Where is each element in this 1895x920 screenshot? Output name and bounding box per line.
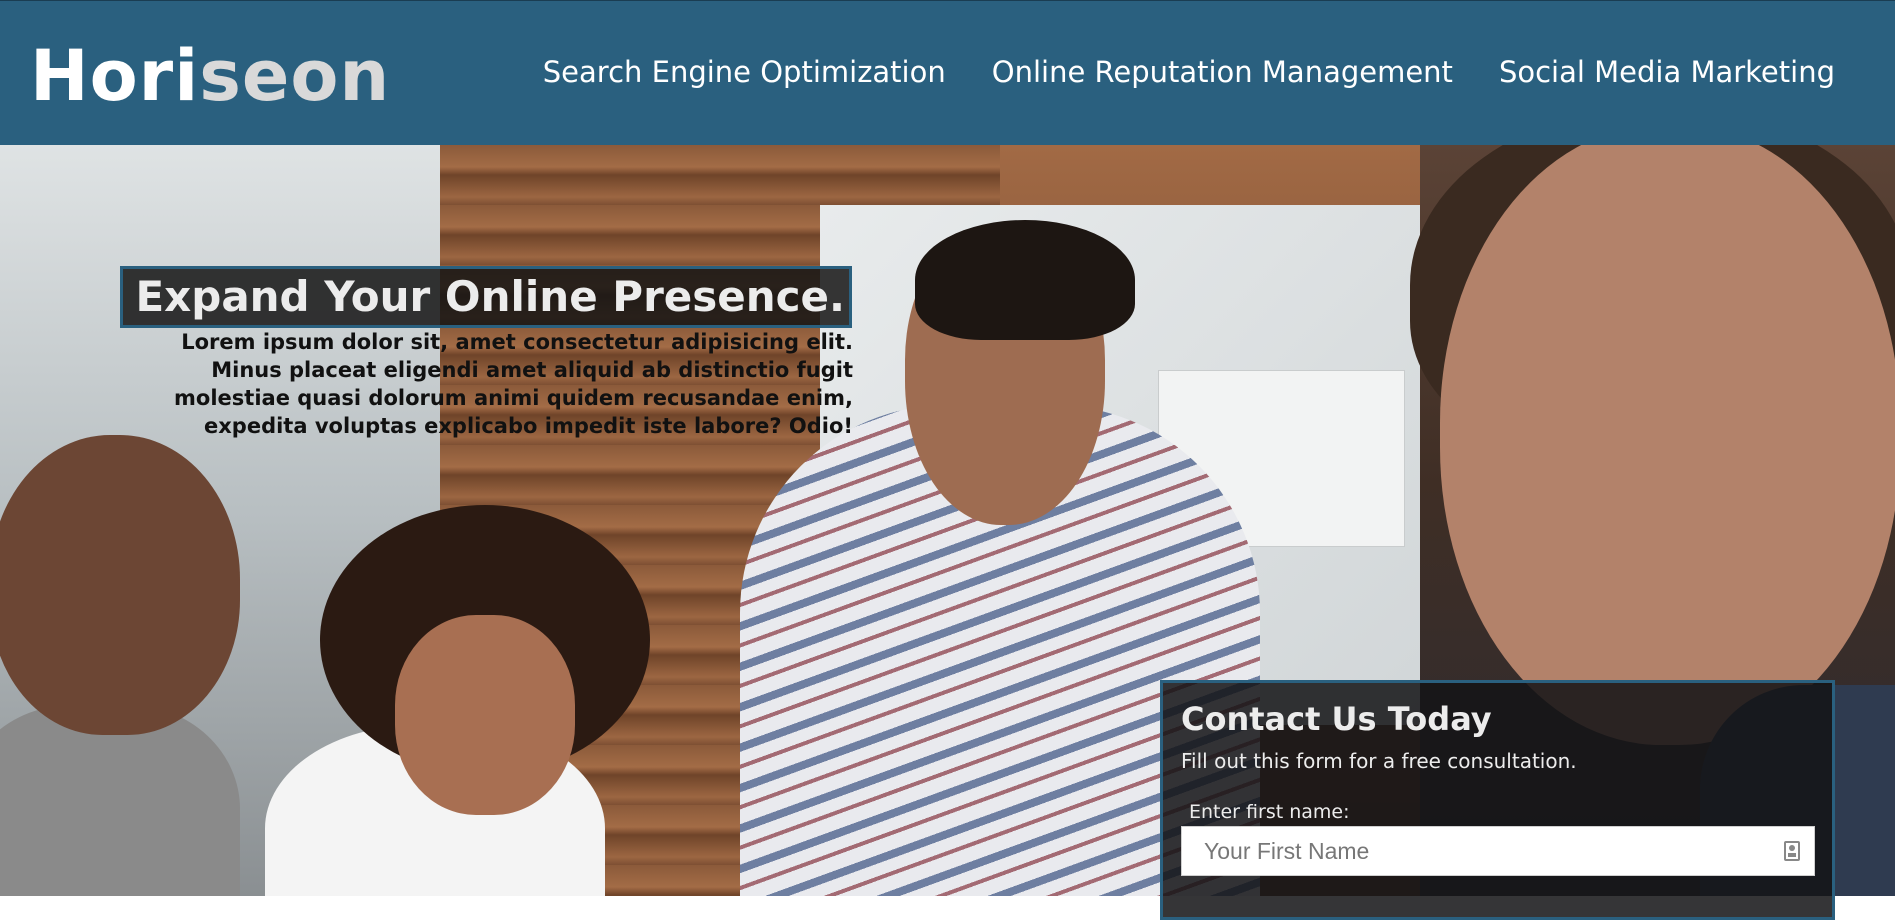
contact-subtitle: Fill out this form for a free consultati… <box>1181 749 1577 773</box>
first-name-label: Enter first name: <box>1189 801 1350 823</box>
first-name-field-wrapper[interactable] <box>1181 826 1815 876</box>
hero-photo-person <box>915 220 1135 340</box>
logo-main-text: Hori <box>30 35 200 117</box>
site-header: Horiseon Search Engine Optimization Onli… <box>0 0 1895 145</box>
hero-headline: Expand Your Online Presence. <box>135 272 845 321</box>
hero-headline-box: Expand Your Online Presence. <box>120 266 852 328</box>
logo[interactable]: Horiseon <box>30 31 390 121</box>
contact-card-icon[interactable] <box>1784 841 1800 861</box>
hero-photo-person <box>395 615 575 815</box>
nav-link-social-media[interactable]: Social Media Marketing <box>1499 53 1835 91</box>
hero-photo-person <box>1440 145 1895 745</box>
logo-accent-text: seon <box>199 35 391 117</box>
contact-title: Contact Us Today <box>1181 700 1492 738</box>
nav-link-reputation[interactable]: Online Reputation Management <box>992 53 1453 91</box>
hero-intro-text: Lorem ipsum dolor sit, amet consectetur … <box>174 330 853 438</box>
hero-photo-person <box>0 435 240 735</box>
contact-form-panel: Contact Us Today Fill out this form for … <box>1160 680 1835 920</box>
first-name-input[interactable] <box>1182 827 1762 875</box>
nav-link-seo[interactable]: Search Engine Optimization <box>543 53 946 91</box>
main-nav: Search Engine Optimization Online Reputa… <box>543 53 1835 91</box>
